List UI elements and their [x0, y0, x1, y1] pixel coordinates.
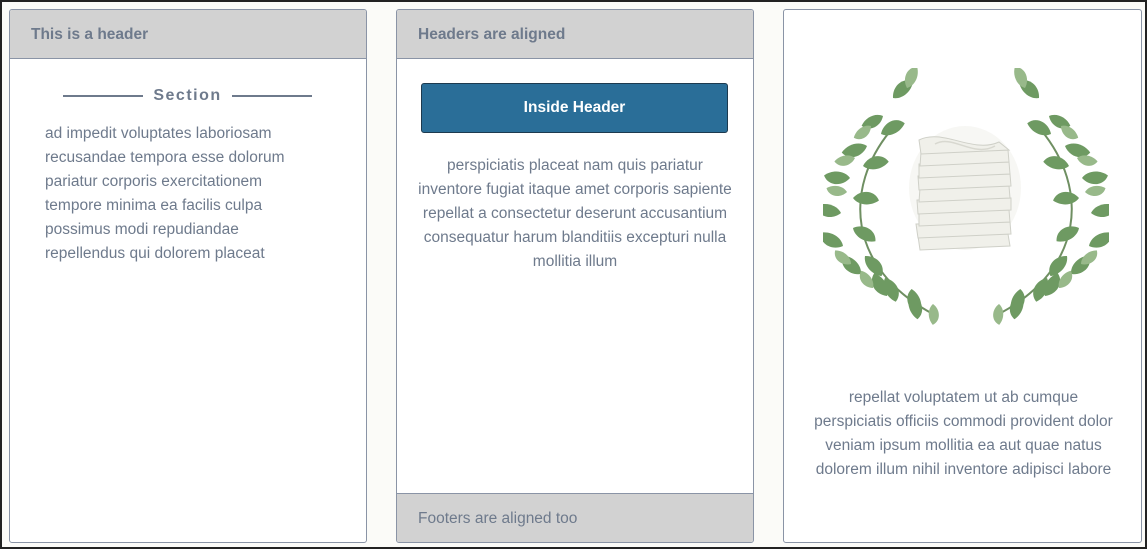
- section-divider: Section: [63, 85, 313, 107]
- card-body: Section ad impedit voluptates laboriosam…: [10, 59, 366, 542]
- card-3: repellat voluptatem ut ab cumque perspic…: [783, 9, 1142, 543]
- card-text: ad impedit voluptates laboriosam recusan…: [45, 125, 285, 262]
- card-body: repellat voluptatem ut ab cumque perspic…: [784, 10, 1141, 542]
- laurel-wreath-papers-icon: [823, 68, 1109, 326]
- card-1: This is a header Section ad impedit volu…: [9, 9, 367, 543]
- section-label: Section: [153, 87, 222, 104]
- card-2: Headers are aligned Inside Header perspi…: [396, 9, 754, 543]
- card-header: This is a header: [10, 10, 366, 59]
- card-footer: Footers are aligned too: [397, 493, 753, 542]
- inside-header-button[interactable]: Inside Header: [421, 83, 728, 133]
- divider-line-right: [231, 95, 313, 97]
- card-text: repellat voluptatem ut ab cumque perspic…: [814, 389, 1113, 478]
- card-header: Headers are aligned: [397, 10, 753, 59]
- card-body: Inside Header perspiciatis placeat nam q…: [397, 59, 753, 493]
- divider-line-left: [63, 95, 144, 97]
- card-text: perspiciatis placeat nam quis pariatur i…: [418, 157, 732, 270]
